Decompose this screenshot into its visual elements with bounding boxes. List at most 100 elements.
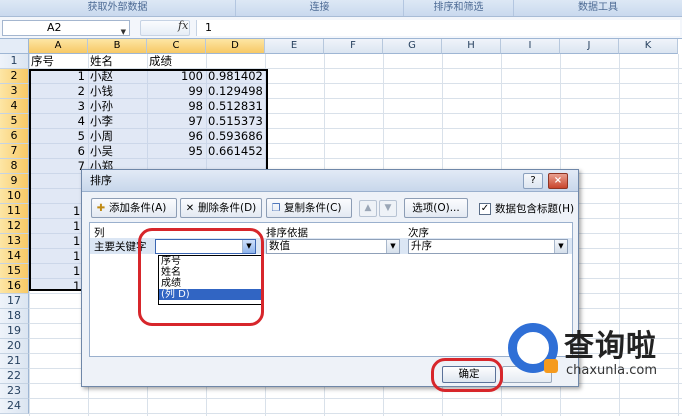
cell-c2[interactable]: 100 (149, 69, 206, 84)
chevron-down-icon[interactable]: ▼ (121, 25, 126, 39)
cell-a1[interactable]: 序号 (31, 54, 88, 69)
column-header-d[interactable]: D (206, 39, 265, 54)
formula-bar: A2 ▼ fx 1 (0, 17, 682, 39)
formula-input[interactable]: 1 (196, 20, 680, 36)
cell-b7[interactable]: 小吴 (90, 144, 147, 159)
ribbon-group-connections[interactable]: 连接 (236, 0, 404, 16)
cell-c5[interactable]: 97 (149, 114, 206, 129)
row-header-15[interactable]: 15 (0, 264, 29, 279)
options-button[interactable]: 选项(O)... (404, 198, 468, 218)
ribbon-group-data-tools[interactable]: 数据工具 (514, 0, 682, 16)
cell-a8[interactable]: 7 (31, 159, 88, 174)
move-down-icon[interactable]: ▼ (379, 200, 397, 217)
column-header-h[interactable]: H (442, 39, 501, 54)
row-header-21[interactable]: 21 (0, 354, 29, 369)
column-header-e[interactable]: E (265, 39, 324, 54)
chevron-down-icon[interactable]: ▼ (554, 240, 567, 253)
row-header-6[interactable]: 6 (0, 129, 29, 144)
highlight-oval-dropdown (138, 228, 264, 326)
insert-function-icon[interactable]: fx (178, 19, 188, 32)
row-header-4[interactable]: 4 (0, 99, 29, 114)
row-header-12[interactable]: 12 (0, 219, 29, 234)
cell-d6[interactable]: 0.593686 (208, 129, 265, 144)
headers-checkbox[interactable]: ✓ (479, 203, 491, 215)
column-header-i[interactable]: I (501, 39, 560, 54)
ribbon-group-sort-filter[interactable]: 排序和筛选 (404, 0, 514, 16)
cell-a5[interactable]: 4 (31, 114, 88, 129)
row-header-1[interactable]: 1 (0, 54, 29, 69)
row-header-17[interactable]: 17 (0, 294, 29, 309)
row-header-10[interactable]: 10 (0, 189, 29, 204)
cell-a6[interactable]: 5 (31, 129, 88, 144)
sort-on-select[interactable]: 数值 ▼ (266, 239, 400, 254)
row-header-3[interactable]: 3 (0, 84, 29, 99)
cell-d4[interactable]: 0.512831 (208, 99, 265, 114)
cell-b5[interactable]: 小李 (90, 114, 147, 129)
cell-c6[interactable]: 96 (149, 129, 206, 144)
row-header-24[interactable]: 24 (0, 399, 29, 414)
column-header-b[interactable]: B (88, 39, 147, 54)
close-button[interactable]: × (548, 173, 568, 189)
row-header-14[interactable]: 14 (0, 249, 29, 264)
column-header-c[interactable]: C (147, 39, 206, 54)
sort-on-value: 数值 (269, 240, 290, 252)
add-level-button[interactable]: ✚ 添加条件(A) (91, 198, 177, 218)
row-header-8[interactable]: 8 (0, 159, 29, 174)
column-header-k[interactable]: K (619, 39, 678, 54)
watermark-url: chaxunla.com (566, 363, 657, 378)
cell-a2[interactable]: 1 (31, 69, 88, 84)
row-header-9[interactable]: 9 (0, 174, 29, 189)
ribbon-group-get-external-data[interactable]: 获取外部数据 (0, 0, 236, 16)
row-header-7[interactable]: 7 (0, 144, 29, 159)
add-level-label: 添加条件(A) (109, 202, 167, 214)
row-header-23[interactable]: 23 (0, 384, 29, 399)
cell-b1[interactable]: 姓名 (90, 54, 147, 69)
cell-c4[interactable]: 98 (149, 99, 206, 114)
row-header-16[interactable]: 16 (0, 279, 29, 294)
column-header-g[interactable]: G (383, 39, 442, 54)
row-header-19[interactable]: 19 (0, 324, 29, 339)
watermark-text: 查询啦 (564, 329, 657, 364)
cell-d2[interactable]: 0.981402 (208, 69, 265, 84)
row-header-20[interactable]: 20 (0, 339, 29, 354)
select-all-corner[interactable] (0, 39, 29, 54)
column-header-f[interactable]: F (324, 39, 383, 54)
cell-c1[interactable]: 成绩 (149, 54, 206, 69)
name-box[interactable]: A2 ▼ (2, 20, 130, 36)
add-level-icon: ✚ (96, 203, 106, 214)
chevron-down-icon[interactable]: ▼ (386, 240, 399, 253)
order-select[interactable]: 升序 ▼ (408, 239, 568, 254)
cell-b3[interactable]: 小钱 (90, 84, 147, 99)
row-header-18[interactable]: 18 (0, 309, 29, 324)
move-up-icon[interactable]: ▲ (359, 200, 377, 217)
cell-a3[interactable]: 2 (31, 84, 88, 99)
cell-b4[interactable]: 小孙 (90, 99, 147, 114)
ribbon-group-labels: 获取外部数据 连接 排序和筛选 数据工具 (0, 0, 682, 17)
column-header-a[interactable]: A (29, 39, 88, 54)
cell-b2[interactable]: 小赵 (90, 69, 147, 84)
highlight-oval-ok (431, 358, 503, 392)
delete-icon: ✕ (185, 203, 195, 214)
row-header-13[interactable]: 13 (0, 234, 29, 249)
dialog-title: 排序 (82, 170, 578, 192)
cell-d3[interactable]: 0.129498 (208, 84, 265, 99)
cell-c7[interactable]: 95 (149, 144, 206, 159)
cell-c3[interactable]: 99 (149, 84, 206, 99)
delete-level-button[interactable]: ✕ 删除条件(D) (180, 198, 262, 218)
cell-d5[interactable]: 0.515373 (208, 114, 265, 129)
row-header-11[interactable]: 11 (0, 204, 29, 219)
copy-level-button[interactable]: ❐ 复制条件(C) (266, 198, 352, 218)
watermark-logo: 查询啦 chaxunla.com (500, 313, 680, 413)
row-header-2[interactable]: 2 (0, 69, 29, 84)
row-header-22[interactable]: 22 (0, 369, 29, 384)
copy-icon: ❐ (271, 203, 281, 214)
headers-checkbox-label[interactable]: 数据包含标题(H) (495, 201, 574, 216)
column-header-j[interactable]: J (560, 39, 619, 54)
cell-a7[interactable]: 6 (31, 144, 88, 159)
help-button[interactable]: ? (523, 173, 543, 189)
cell-d7[interactable]: 0.661452 (208, 144, 265, 159)
cell-b6[interactable]: 小周 (90, 129, 147, 144)
cell-a4[interactable]: 3 (31, 99, 88, 114)
name-box-value: A2 (47, 21, 62, 34)
row-header-5[interactable]: 5 (0, 114, 29, 129)
